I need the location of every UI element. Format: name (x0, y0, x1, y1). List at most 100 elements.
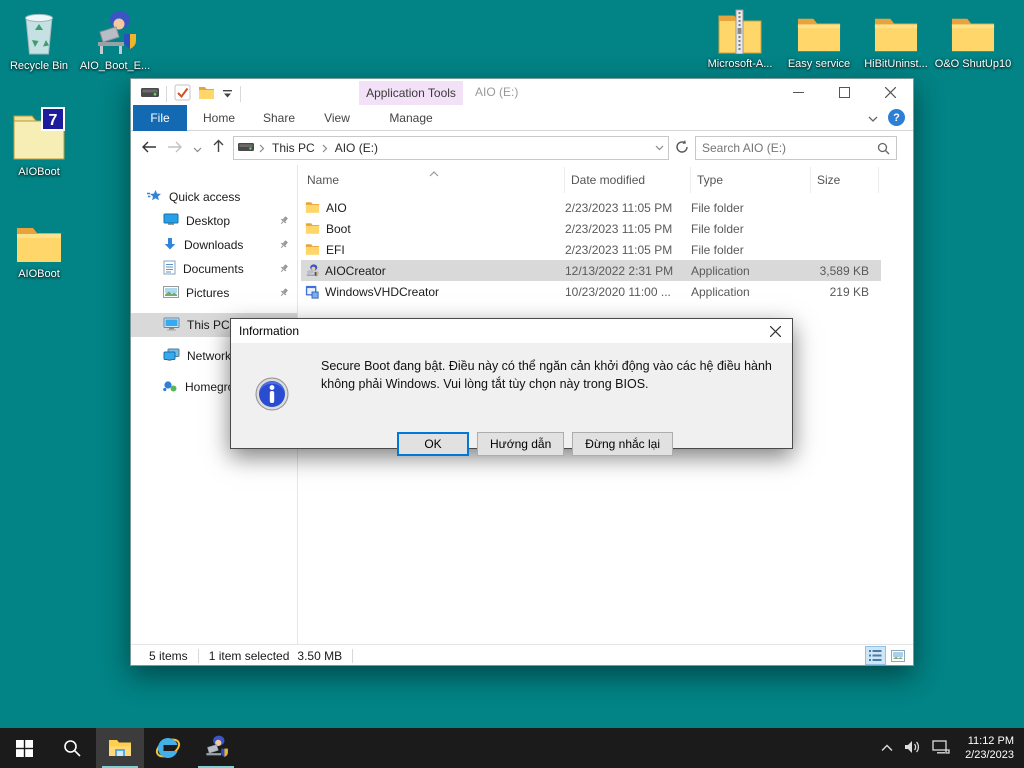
back-icon[interactable] (141, 140, 157, 157)
up-icon[interactable] (212, 139, 225, 157)
zip-folder-icon (697, 6, 783, 54)
desktop: Recycle Bin AIO_Boot_E... 7 (0, 0, 1024, 768)
address-dropdown-icon[interactable] (655, 145, 664, 151)
contextual-tab-application-tools[interactable]: Application Tools (359, 81, 463, 105)
folder-icon (305, 222, 320, 235)
close-button[interactable] (867, 79, 913, 105)
help-button[interactable]: ? (888, 109, 905, 126)
start-button[interactable] (0, 728, 48, 768)
desktop-icon-label: Recycle Bin (0, 60, 82, 73)
breadcrumb[interactable]: This PC AIO (E:) (233, 136, 669, 160)
pin-icon (279, 215, 289, 229)
pin-icon (279, 239, 289, 253)
status-item-count: 5 items (139, 649, 188, 663)
clock-date: 2/23/2023 (965, 748, 1014, 762)
taskbar-file-explorer-button[interactable] (96, 728, 144, 768)
sidebar-item-downloads[interactable]: Downloads (131, 233, 297, 257)
tab-view[interactable]: View (309, 105, 365, 131)
file-name: AIOCreator (325, 264, 386, 278)
ok-button[interactable]: OK (397, 432, 469, 456)
desktop-icon-hibit-uninstaller[interactable]: HiBitUninst... (853, 6, 939, 71)
dialog-close-icon[interactable] (758, 319, 792, 343)
search-icon[interactable] (877, 142, 890, 155)
desktop-icon-label: AIO_Boot_E... (72, 60, 158, 73)
tab-manage[interactable]: Manage (379, 105, 443, 131)
column-header-type[interactable]: Type (691, 167, 811, 193)
ribbon-expand-icon[interactable] (868, 111, 878, 125)
sidebar-item-documents[interactable]: Documents (131, 257, 297, 281)
qat-customize-icon[interactable] (222, 87, 233, 101)
column-header-size[interactable]: Size (811, 167, 879, 193)
desktop-icon-aio-boot-extractor[interactable]: AIO_Boot_E... (72, 8, 158, 73)
details-view-button[interactable] (866, 647, 885, 664)
file-row-boot[interactable]: Boot 2/23/2023 11:05 PM File folder (301, 218, 881, 239)
desktop-icon-easy-service[interactable]: Easy service (776, 6, 862, 71)
minimize-button[interactable] (775, 79, 821, 105)
taskbar-clock[interactable]: 11:12 PM 2/23/2023 (965, 734, 1014, 762)
sidebar-item-pictures[interactable]: Pictures (131, 281, 297, 305)
file-name: AIO (326, 201, 347, 215)
sidebar-item-desktop[interactable]: Desktop (131, 209, 297, 233)
taskbar-internet-explorer-button[interactable] (144, 728, 192, 768)
documents-icon (163, 260, 176, 278)
file-type: File folder (691, 201, 811, 215)
desktop-icon-label: Microsoft-A... (697, 58, 783, 71)
file-date: 2/23/2023 11:05 PM (565, 243, 691, 257)
info-icon (255, 377, 289, 414)
dialog-message: Secure Boot đang bật. Điều này có thể ng… (321, 357, 773, 393)
column-header-name[interactable]: Name (301, 167, 565, 193)
folder-icon (853, 6, 939, 54)
tray-expand-icon[interactable] (881, 741, 893, 755)
breadcrumb-aio-drive[interactable]: AIO (E:) (333, 141, 380, 155)
system-tray: 11:12 PM 2/23/2023 (881, 728, 1024, 768)
desktop-icon-label: AIOBoot (0, 268, 82, 281)
window-title: AIO (E:) (475, 85, 518, 99)
volume-icon[interactable] (904, 740, 921, 757)
sidebar-item-quick-access[interactable]: Quick access (131, 185, 297, 209)
tab-share[interactable]: Share (249, 105, 309, 131)
dialog-title: Information (239, 324, 299, 338)
desktop-icon-aioboot-folder[interactable]: AIOBoot (0, 216, 82, 281)
drive-icon (238, 141, 254, 155)
file-row-windowsvhdcreator[interactable]: WindowsVHDCreator 10/23/2020 11:00 ... A… (301, 281, 881, 302)
status-bar: 5 items 1 item selected 3.50 MB (131, 644, 913, 666)
breadcrumb-this-pc[interactable]: This PC (270, 141, 317, 155)
file-row-aiocreator[interactable]: AIOCreator 12/13/2022 2:31 PM Applicatio… (301, 260, 881, 281)
search-box[interactable] (695, 136, 897, 160)
qat-separator (166, 86, 167, 102)
folder-icon (776, 6, 862, 54)
taskbar-aio-boot-button[interactable] (192, 728, 240, 768)
internet-explorer-icon (155, 735, 181, 761)
aio-boot-app-icon (72, 8, 158, 56)
taskbar-search-button[interactable] (48, 728, 96, 768)
dung-nhac-lai-button[interactable]: Đừng nhắc lại (572, 432, 673, 456)
pictures-icon (163, 286, 179, 301)
thumbnail-view-button[interactable] (888, 647, 907, 664)
aio-boot-app-icon (203, 735, 229, 761)
desktop-icon-oo-shutup10[interactable]: O&O ShutUp10 (930, 6, 1016, 71)
tab-home[interactable]: Home (189, 105, 249, 131)
desktop-icon-aioboot-7z[interactable]: 7 AIOBoot (0, 104, 82, 179)
desktop-icon-microsoft-activation[interactable]: Microsoft-A... (697, 6, 783, 71)
refresh-icon[interactable] (675, 140, 689, 157)
recent-locations-icon[interactable] (193, 140, 202, 157)
aiocreator-app-icon (305, 264, 319, 278)
column-header-date-modified[interactable]: Date modified (565, 167, 691, 193)
tab-file[interactable]: File (133, 105, 187, 131)
desktop-icon-label: HiBitUninst... (853, 58, 939, 71)
search-input[interactable] (702, 141, 877, 155)
file-row-efi[interactable]: EFI 2/23/2023 11:05 PM File folder (301, 239, 881, 260)
properties-icon[interactable] (174, 84, 191, 104)
desktop-icon-recycle-bin[interactable]: Recycle Bin (0, 8, 82, 73)
maximize-button[interactable] (821, 79, 867, 105)
huong-dan-button[interactable]: Hướng dẫn (477, 432, 564, 456)
new-folder-icon[interactable] (198, 86, 215, 103)
file-row-aio[interactable]: AIO 2/23/2023 11:05 PM File folder (301, 197, 881, 218)
file-name: EFI (326, 243, 345, 257)
forward-icon[interactable] (167, 140, 183, 157)
desktop-icon-label: Easy service (776, 58, 862, 71)
sidebar-item-label: Documents (183, 262, 244, 276)
network-tray-icon[interactable] (932, 740, 950, 757)
recycle-bin-icon (0, 8, 82, 56)
taskbar: 11:12 PM 2/23/2023 (0, 728, 1024, 768)
